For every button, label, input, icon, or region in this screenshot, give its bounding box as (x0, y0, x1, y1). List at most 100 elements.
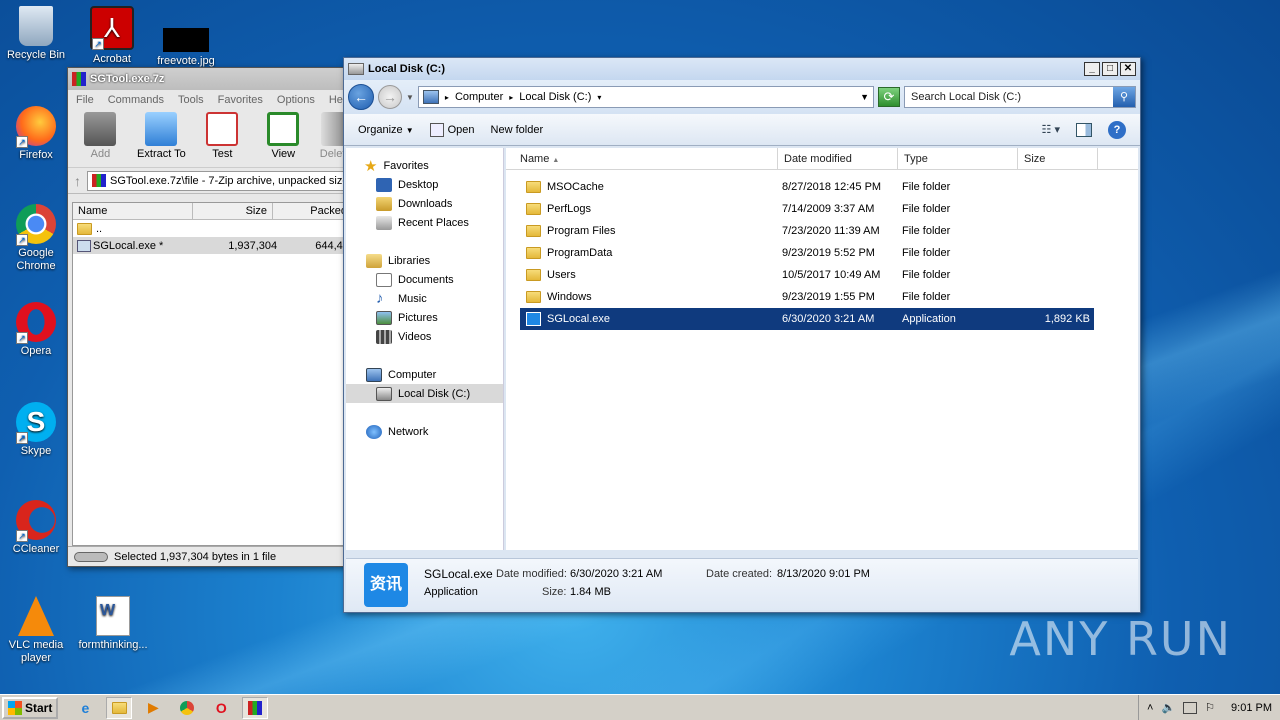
desktop-icon-word-doc[interactable]: W formthinking... (78, 596, 148, 652)
desktop-icon-chrome[interactable]: ↗ Google Chrome (4, 204, 68, 273)
maximize-button[interactable]: □ (1102, 62, 1118, 76)
desktop-icon-acrobat[interactable]: ⅄ ↗ Acrobat (80, 6, 144, 66)
open-button[interactable]: Open (429, 122, 475, 137)
history-dropdown-icon[interactable]: ▼ (406, 93, 414, 102)
volume-icon[interactable]: 🔈 (1161, 701, 1175, 714)
forward-button[interactable]: → (378, 85, 402, 109)
search-icon[interactable]: ⚲ (1113, 87, 1135, 107)
minimize-button[interactable]: _ (1084, 62, 1100, 76)
sglocal-app-icon: 资讯 (364, 563, 408, 607)
details-name: SGLocal.exe (424, 567, 493, 581)
column-name[interactable]: Name ▲ (506, 148, 778, 169)
new-folder-button[interactable]: New folder (491, 124, 544, 136)
zip-col-size[interactable]: Size (193, 203, 273, 219)
chrome-icon: ↗ (16, 204, 56, 246)
desktop-icon-recycle-bin[interactable]: Recycle Bin (4, 6, 68, 62)
zip-test-button[interactable]: Test (198, 112, 247, 165)
network-icon[interactable] (1183, 701, 1198, 714)
zip-file-list: Name Size Packed .. SGLocal.exe * 1,937,… (72, 202, 356, 546)
view-options-icon[interactable]: ☷ ▾ (1042, 123, 1060, 136)
videos-icon (376, 329, 392, 344)
zip-extract-button[interactable]: Extract To (137, 112, 186, 165)
start-button[interactable]: Start (2, 696, 59, 719)
nav-favorites[interactable]: ★ Favorites (364, 156, 503, 175)
taskbar-ie-icon[interactable]: e (72, 697, 98, 719)
column-size[interactable]: Size (1018, 148, 1098, 169)
app-exe-icon (526, 312, 541, 326)
desktop-icon-opera[interactable]: ↗ Opera (4, 302, 68, 358)
action-center-flag-icon[interactable]: ⚐ (1205, 701, 1215, 714)
refresh-button[interactable]: ⟳ (878, 87, 900, 107)
nav-downloads[interactable]: Downloads (376, 194, 503, 213)
desktop-icon-firefox[interactable]: ↗ Firefox (4, 106, 68, 162)
zip-menu-tools[interactable]: Tools (178, 94, 204, 106)
help-icon[interactable]: ? (1108, 120, 1126, 139)
nav-network[interactable]: Network (366, 422, 503, 441)
nav-videos[interactable]: Videos (376, 327, 503, 346)
libraries-icon (366, 253, 382, 268)
zip-col-name[interactable]: Name (73, 203, 193, 219)
taskbar-media-player-icon[interactable]: ▶ (140, 697, 166, 719)
desktop-icon-freevote[interactable]: freevote.jpg (154, 6, 218, 68)
clock[interactable]: 9:01 PM (1231, 702, 1272, 714)
zip-menu-commands[interactable]: Commands (108, 94, 164, 106)
column-date-modified[interactable]: Date modified (778, 148, 898, 169)
breadcrumb-computer[interactable]: Computer (455, 91, 503, 103)
zip-menu-file[interactable]: File (76, 94, 94, 106)
nav-pictures[interactable]: Pictures (376, 308, 503, 327)
search-input[interactable]: Search Local Disk (C:) ⚲ (904, 86, 1136, 108)
back-button[interactable]: ← (348, 84, 374, 110)
image-file-icon (163, 28, 209, 52)
taskbar-explorer-icon[interactable] (106, 696, 133, 719)
file-row[interactable]: PerfLogs 7/14/2009 3:37 AM File folder (520, 198, 1094, 220)
zip-list-header: Name Size Packed (73, 203, 355, 220)
file-row-selected[interactable]: SGLocal.exe 6/30/2020 3:21 AM Application 1… (519, 307, 1095, 331)
zip-menu-options[interactable]: Options (277, 94, 315, 106)
zip-menu-favorites[interactable]: Favorites (218, 94, 263, 106)
nav-desktop[interactable]: Desktop (376, 175, 503, 194)
zip-row-parent[interactable]: .. (73, 220, 355, 237)
desktop-icon-skype[interactable]: S ↗ Skype (4, 402, 68, 458)
nav-documents[interactable]: Documents (376, 270, 503, 289)
up-arrow-icon[interactable]: ↑ (74, 173, 81, 189)
column-type[interactable]: Type (898, 148, 1018, 169)
folder-icon (526, 269, 541, 281)
desktop-icon-ccleaner[interactable]: ↗ CCleaner (4, 500, 68, 556)
breadcrumb-local-disk[interactable]: Local Disk (C:) (519, 91, 591, 103)
file-row[interactable]: Program Files 7/23/2020 11:39 AM File fold… (520, 220, 1094, 242)
taskbar: Start e ▶ O ˄ 🔈 ⚐ 9:01 PM (0, 694, 1280, 720)
zip-add-button[interactable]: Add (76, 112, 125, 165)
taskbar-winrar-icon[interactable] (242, 696, 269, 719)
address-dropdown-icon[interactable]: ▼ (860, 92, 869, 102)
zip-title-bar[interactable]: SGTool.exe.7z (68, 68, 356, 90)
zip-col-packed[interactable]: Packed (273, 203, 353, 219)
nav-libraries[interactable]: Libraries (366, 251, 503, 270)
file-row[interactable]: ProgramData 9/23/2019 5:52 PM File folder (520, 242, 1094, 264)
details-created-value: 8/13/2020 9:01 PM (777, 568, 870, 580)
tray-chevron-icon[interactable]: ˄ (1147, 702, 1153, 714)
file-row[interactable]: Windows 9/23/2019 1:55 PM File folder (520, 286, 1094, 308)
breadcrumb[interactable]: ▸ Computer ▸ Local Disk (C:) ▾ ▼ (417, 86, 874, 108)
explorer-window[interactable]: Local Disk (C:) _ □ ✕ ← → ▼ ▸ Computer ▸… (343, 57, 1141, 613)
file-row[interactable]: MSOCache 8/27/2018 12:45 PM File folder (520, 176, 1094, 198)
organize-button[interactable]: Organize ▼ (358, 124, 414, 136)
local-disk-icon (376, 386, 392, 401)
zip-row-sglocal[interactable]: SGLocal.exe * 1,937,304 644,432 (73, 237, 355, 254)
file-row[interactable]: Users 10/5/2017 10:49 AM File folder (520, 264, 1094, 286)
folder-icon (526, 247, 541, 259)
zip-view-button[interactable]: View (259, 112, 308, 165)
close-button[interactable]: ✕ (1120, 62, 1136, 76)
zip-window[interactable]: SGTool.exe.7z File Commands Tools Favori… (67, 67, 357, 567)
nav-computer[interactable]: Computer (366, 365, 503, 384)
nav-music[interactable]: ♪ Music (376, 289, 503, 308)
nav-local-disk[interactable]: Local Disk (C:) (346, 384, 503, 403)
preview-pane-icon[interactable] (1076, 122, 1092, 137)
zip-path-field[interactable]: SGTool.exe.7z\file - 7-Zip archive, unpa… (87, 170, 350, 191)
navigation-pane: ★ Favorites Desktop Downloads Recent Plac… (346, 148, 504, 550)
desktop-icon-vlc[interactable]: VLC media player (4, 596, 68, 665)
explorer-title-bar[interactable]: Local Disk (C:) _ □ ✕ (344, 58, 1140, 80)
nav-recent-places[interactable]: Recent Places (376, 213, 503, 232)
taskbar-opera-icon[interactable]: O (208, 697, 234, 719)
pictures-icon (376, 310, 392, 325)
taskbar-chrome-icon[interactable] (174, 697, 200, 719)
